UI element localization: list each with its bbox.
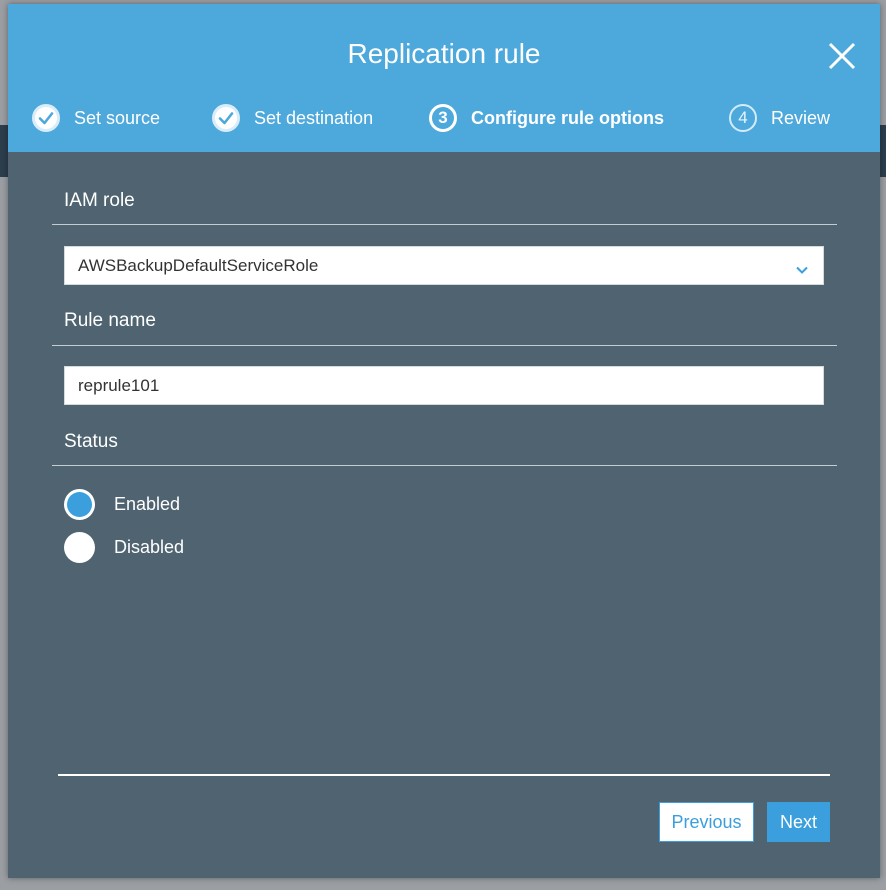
disabled-label: Disabled xyxy=(114,536,185,557)
wizard-steps: Set source Set destination 3 Configure r… xyxy=(8,100,880,136)
chevron-down-icon xyxy=(795,260,809,280)
enabled-label: Enabled xyxy=(114,493,181,514)
next-button[interactable]: Next xyxy=(767,802,830,842)
step-label: Set destination xyxy=(254,107,374,128)
divider xyxy=(52,345,837,346)
check-icon xyxy=(212,104,240,132)
iam-role-select[interactable]: AWSBackupDefaultServiceRole xyxy=(64,246,824,285)
enabled-radio[interactable] xyxy=(64,488,95,520)
status-enabled-option[interactable]: Enabled xyxy=(64,488,180,520)
step-number: 3 xyxy=(429,104,457,132)
step-number: 4 xyxy=(729,104,757,132)
modal-title: Replication rule xyxy=(347,38,541,69)
step-label: Configure rule options xyxy=(471,107,664,128)
status-label: Status xyxy=(64,431,118,452)
step-label: Review xyxy=(771,107,831,128)
step-configure-rule-options[interactable]: 3 Configure rule options xyxy=(429,100,664,136)
iam-role-label: IAM role xyxy=(64,190,135,211)
step-review[interactable]: 4 Review xyxy=(729,100,830,136)
previous-button[interactable]: Previous xyxy=(659,802,754,842)
step-set-destination[interactable]: Set destination xyxy=(212,100,373,136)
disabled-radio[interactable] xyxy=(64,531,95,563)
rule-name-input[interactable]: reprule101 xyxy=(64,366,824,405)
rule-name-value: reprule101 xyxy=(78,375,160,395)
step-set-source[interactable]: Set source xyxy=(32,100,160,136)
modal-header: Replication rule Set source Set destinat… xyxy=(8,4,880,152)
step-label: Set source xyxy=(74,107,161,128)
rule-name-label: Rule name xyxy=(64,310,156,331)
divider xyxy=(52,465,837,466)
divider xyxy=(52,224,837,225)
status-disabled-option[interactable]: Disabled xyxy=(64,531,184,563)
iam-role-value: AWSBackupDefaultServiceRole xyxy=(78,255,319,275)
check-icon xyxy=(32,104,60,132)
close-icon[interactable] xyxy=(826,40,858,72)
footer-divider xyxy=(58,774,830,776)
replication-rule-modal: Replication rule Set source Set destinat… xyxy=(8,4,880,878)
